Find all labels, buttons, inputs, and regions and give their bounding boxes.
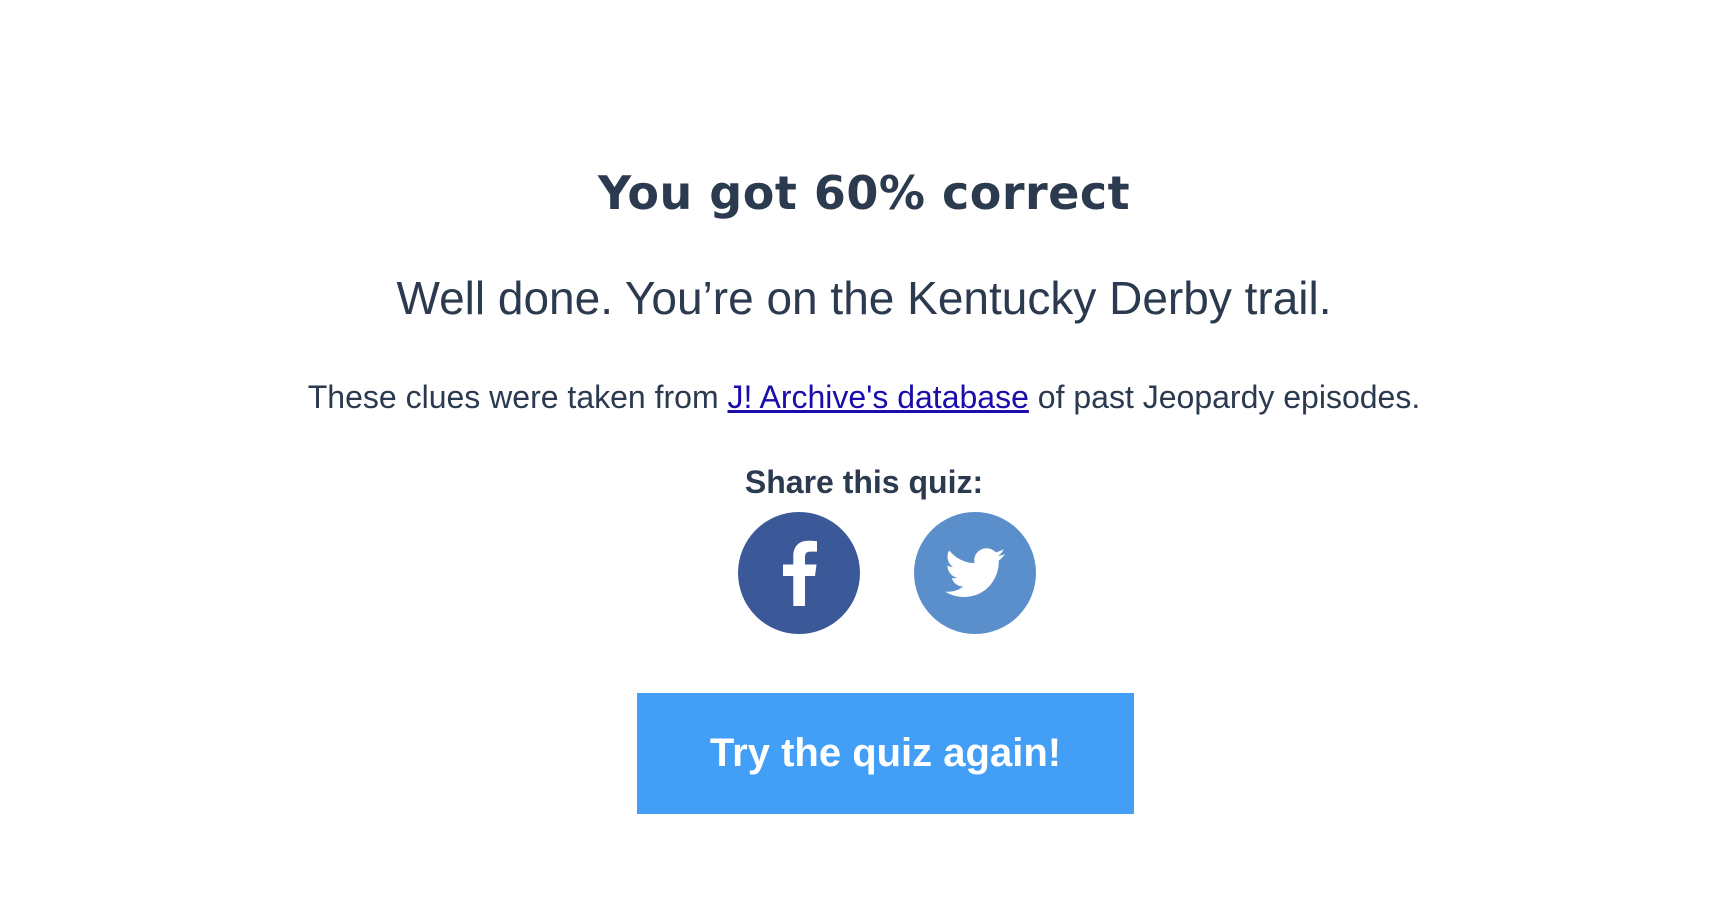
j-archive-link[interactable]: J! Archive's database: [727, 379, 1028, 415]
retry-quiz-button[interactable]: Try the quiz again!: [637, 693, 1134, 814]
twitter-icon: [945, 548, 1005, 598]
source-text-after: of past Jeopardy episodes.: [1028, 379, 1421, 415]
source-note: These clues were taken from J! Archive's…: [0, 376, 1728, 418]
source-text-before: These clues were taken from: [307, 379, 728, 415]
facebook-icon: [779, 540, 819, 606]
facebook-share-button[interactable]: [738, 512, 860, 634]
result-message: Well done. You’re on the Kentucky Derby …: [396, 272, 1332, 324]
share-buttons: [0, 512, 1728, 634]
twitter-share-button[interactable]: [914, 512, 1036, 634]
score-heading: You got 60% correct: [597, 166, 1131, 220]
share-label: Share this quiz:: [744, 464, 984, 500]
quiz-result-panel: You got 60% correct Well done. You’re on…: [0, 0, 1728, 914]
